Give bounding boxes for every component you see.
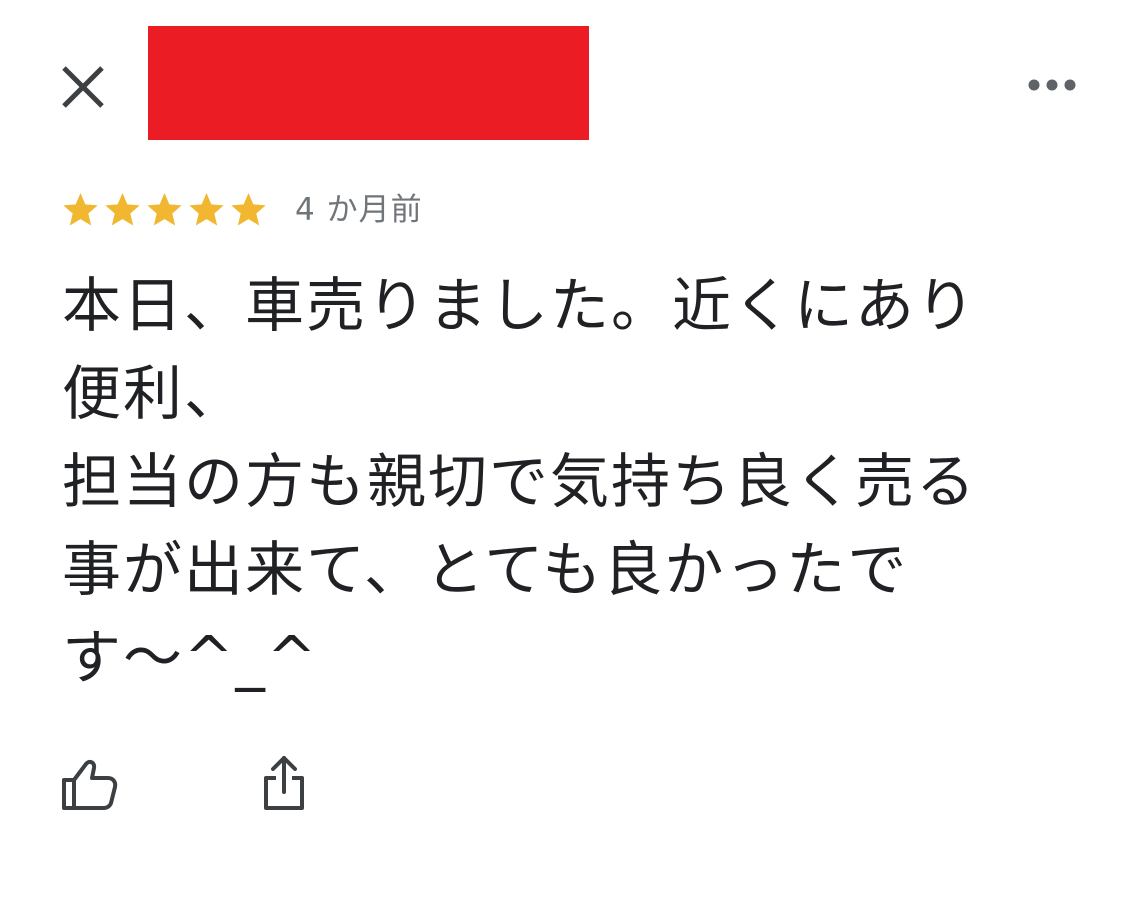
- thumbs-up-icon: [62, 759, 118, 810]
- close-button[interactable]: [58, 62, 108, 112]
- review-text: 本日、車売りました。近くにあり便利、 担当の方も親切で気持ち良く売る事が出来て、…: [62, 271, 978, 692]
- review-card: 4 か月前 本日、車売りました。近くにあり便利、 担当の方も親切で気持ち良く売る…: [0, 0, 1124, 902]
- star-icon: [105, 193, 140, 226]
- like-button[interactable]: [60, 758, 118, 812]
- review-date: 4 か月前: [295, 192, 423, 228]
- review-meta: 4 か月前: [60, 188, 423, 232]
- redacted-reviewer-name: [148, 26, 589, 140]
- star-icon: [147, 193, 182, 226]
- star-icon: [63, 193, 98, 226]
- close-icon: [62, 66, 104, 108]
- star-icon: [189, 193, 224, 226]
- share-icon: [264, 756, 304, 810]
- star-icon: [231, 193, 266, 226]
- more-options-button[interactable]: [1024, 70, 1080, 100]
- share-button[interactable]: [260, 754, 308, 812]
- more-horizontal-icon: [1028, 79, 1076, 91]
- star-rating: [60, 190, 269, 230]
